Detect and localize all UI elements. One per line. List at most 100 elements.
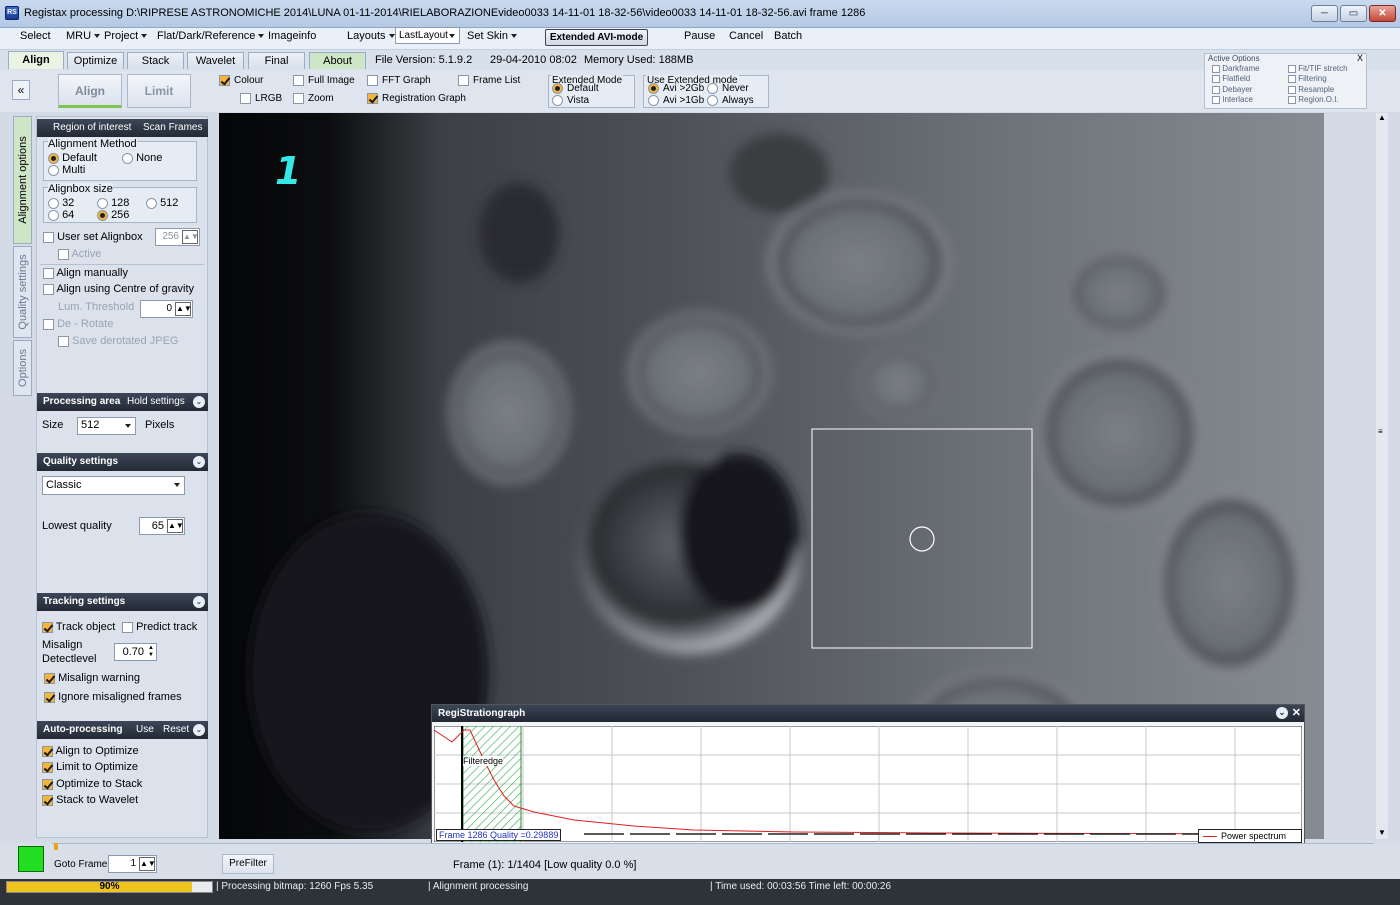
size-512-option[interactable]: 512 bbox=[146, 197, 178, 209]
tab-final[interactable]: Final bbox=[248, 52, 305, 69]
ignore-misaligned-option[interactable]: Ignore misaligned frames bbox=[44, 691, 182, 703]
save-derotated-option[interactable]: Save derotated JPEG bbox=[58, 335, 178, 347]
size-128-radio[interactable] bbox=[97, 197, 108, 209]
always-option[interactable]: Always bbox=[707, 95, 754, 106]
frame-list-option[interactable]: Frame List bbox=[458, 75, 520, 86]
menu-set-skin[interactable]: Set Skin bbox=[467, 30, 517, 42]
avi-1gb-radio[interactable] bbox=[648, 95, 659, 106]
reset-button[interactable]: Reset bbox=[163, 721, 189, 738]
registration-graph-checkbox[interactable] bbox=[367, 93, 378, 104]
processing-size-select[interactable]: 512 bbox=[77, 417, 136, 435]
use-button[interactable]: Use bbox=[136, 721, 154, 738]
vtab-alignment-options[interactable]: Alignment options bbox=[13, 116, 32, 244]
goto-frame-spin[interactable]: 1 ▲▼ bbox=[108, 855, 157, 873]
active-checkbox[interactable] bbox=[58, 248, 69, 260]
scroll-thumb-grip-icon[interactable]: ≡ bbox=[1378, 427, 1383, 436]
spin-updown-icon[interactable]: ▲▼ bbox=[148, 645, 154, 659]
close-icon[interactable]: ✕ bbox=[1292, 705, 1301, 722]
size-32-radio[interactable] bbox=[48, 197, 59, 209]
ext-vista-option[interactable]: Vista bbox=[552, 95, 589, 106]
predict-track-option[interactable]: Predict track bbox=[122, 621, 197, 633]
active-option[interactable]: Active bbox=[58, 248, 101, 260]
user-set-alignbox-option[interactable]: User set Alignbox bbox=[43, 231, 143, 243]
derotate-checkbox[interactable] bbox=[43, 318, 54, 330]
tab-stack[interactable]: Stack bbox=[127, 52, 184, 69]
user-alignbox-spin[interactable]: 256 ▲▼ bbox=[155, 228, 200, 246]
collapse-icon[interactable]: ⌄ bbox=[1276, 707, 1288, 719]
misalign-detect-spin[interactable]: 0.70 ▲ ▼ bbox=[114, 643, 157, 661]
tab-align[interactable]: Align bbox=[8, 51, 64, 69]
avi-1gb-option[interactable]: Avi >1Gb bbox=[648, 95, 704, 106]
size-64-option[interactable]: 64 bbox=[48, 209, 74, 221]
menu-layouts[interactable]: Layouts bbox=[347, 30, 395, 42]
menu-imageinfo[interactable]: Imageinfo bbox=[268, 30, 316, 42]
zoom-option[interactable]: Zoom bbox=[293, 93, 334, 104]
spin-updown-icon[interactable]: ▲▼ bbox=[182, 230, 199, 244]
limit-to-optimize-checkbox[interactable] bbox=[42, 761, 53, 773]
extended-avi-mode-button[interactable]: Extended AVI-mode bbox=[545, 29, 648, 46]
ext-default-option[interactable]: Default bbox=[552, 83, 599, 94]
stack-to-wavelet-checkbox[interactable] bbox=[42, 794, 53, 806]
vertical-scrollbar[interactable] bbox=[1376, 113, 1388, 839]
chevron-down-icon[interactable]: ⌄ bbox=[193, 596, 205, 608]
ext-default-radio[interactable] bbox=[552, 83, 563, 94]
full-image-checkbox[interactable] bbox=[293, 75, 304, 86]
align-to-optimize-checkbox[interactable] bbox=[42, 745, 53, 757]
tab-about[interactable]: About bbox=[309, 52, 366, 69]
prefilter-button[interactable]: PreFilter bbox=[222, 854, 274, 874]
lum-threshold-spin[interactable]: 0 ▲▼ bbox=[140, 300, 193, 318]
colour-option[interactable]: Colour bbox=[219, 75, 263, 86]
ext-vista-radio[interactable] bbox=[552, 95, 563, 106]
avi-2gb-option[interactable]: Avi >2Gb bbox=[648, 83, 704, 94]
ignore-misaligned-checkbox[interactable] bbox=[44, 691, 55, 703]
size-32-option[interactable]: 32 bbox=[48, 197, 74, 209]
method-none-radio[interactable] bbox=[122, 152, 133, 164]
quality-method-select[interactable]: Classic bbox=[42, 476, 185, 495]
layout-select[interactable]: LastLayout bbox=[395, 27, 460, 44]
registration-graph-option[interactable]: Registration Graph bbox=[367, 93, 466, 104]
menu-select[interactable]: Select bbox=[20, 30, 51, 42]
tab-wavelet[interactable]: Wavelet bbox=[187, 52, 244, 69]
fft-graph-checkbox[interactable] bbox=[367, 75, 378, 86]
vtab-quality-settings[interactable]: Quality settings bbox=[13, 246, 32, 338]
predict-track-checkbox[interactable] bbox=[122, 621, 133, 633]
stack-to-wavelet-option[interactable]: Stack to Wavelet bbox=[42, 794, 138, 806]
tab-optimize[interactable]: Optimize bbox=[67, 52, 124, 69]
minimize-button[interactable]: ─ bbox=[1311, 5, 1338, 22]
avi-2gb-radio[interactable] bbox=[648, 83, 659, 94]
save-derotated-checkbox[interactable] bbox=[58, 335, 69, 347]
user-set-alignbox-checkbox[interactable] bbox=[43, 231, 54, 243]
align-manually-option[interactable]: Align manually bbox=[43, 267, 128, 279]
chevron-down-icon[interactable]: ⌄ bbox=[193, 396, 205, 408]
pause-button[interactable]: Pause bbox=[684, 30, 715, 42]
size-512-radio[interactable] bbox=[146, 197, 157, 209]
track-object-option[interactable]: Track object bbox=[42, 621, 115, 633]
align-cog-option[interactable]: Align using Centre of gravity bbox=[43, 283, 194, 295]
hold-settings-button[interactable]: Hold settings bbox=[127, 393, 185, 410]
align-to-optimize-option[interactable]: Align to Optimize bbox=[42, 745, 139, 757]
cancel-button[interactable]: Cancel bbox=[729, 30, 763, 42]
method-multi-option[interactable]: Multi bbox=[48, 164, 85, 176]
optimize-to-stack-checkbox[interactable] bbox=[42, 778, 53, 790]
batch-button[interactable]: Batch bbox=[774, 30, 802, 42]
never-radio[interactable] bbox=[707, 83, 718, 94]
never-option[interactable]: Never bbox=[707, 83, 749, 94]
frame-slider-thumb[interactable] bbox=[54, 843, 58, 850]
full-image-option[interactable]: Full Image bbox=[293, 75, 355, 86]
size-256-option[interactable]: 256 bbox=[97, 209, 129, 221]
fft-graph-option[interactable]: FFT Graph bbox=[367, 75, 431, 86]
spin-updown-icon[interactable]: ▲▼ bbox=[139, 857, 156, 871]
method-multi-radio[interactable] bbox=[48, 164, 59, 176]
menu-project[interactable]: Project bbox=[104, 30, 148, 42]
scan-frames-button[interactable]: Scan Frames bbox=[143, 119, 202, 136]
lrgb-option[interactable]: LRGB bbox=[240, 93, 282, 104]
optimize-to-stack-option[interactable]: Optimize to Stack bbox=[42, 778, 142, 790]
align-button[interactable]: Align bbox=[58, 74, 122, 108]
method-default-option[interactable]: Default bbox=[48, 152, 97, 164]
derotate-option[interactable]: De - Rotate bbox=[43, 318, 113, 330]
lowest-quality-spin[interactable]: 65 ▲▼ bbox=[139, 517, 185, 535]
scroll-up-icon[interactable]: ▲ bbox=[1378, 113, 1386, 122]
spin-updown-icon[interactable]: ▲▼ bbox=[167, 519, 184, 533]
size-64-radio[interactable] bbox=[48, 209, 59, 221]
limit-button[interactable]: Limit bbox=[127, 74, 191, 108]
